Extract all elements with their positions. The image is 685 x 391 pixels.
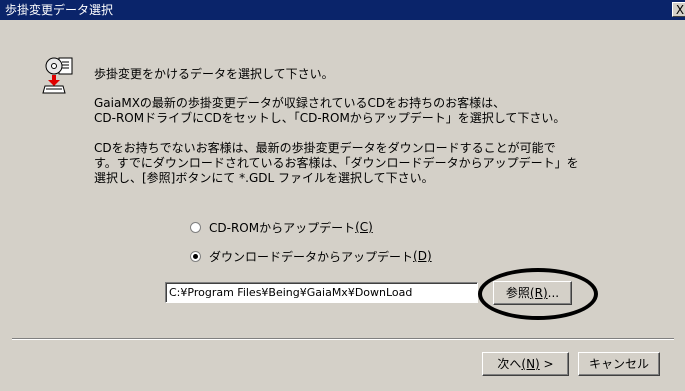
- annotation-circle: [478, 268, 598, 320]
- dialog-window: 歩掛変更データ選択 X 歩掛変更をかけるデータを選択して下さい。 GaiaMXの…: [0, 0, 685, 391]
- instruction-heading: 歩掛変更をかけるデータを選択して下さい。: [94, 67, 334, 81]
- next-hotkey: (N): [521, 357, 540, 371]
- download-path-input[interactable]: C:¥Program Files¥Being¥GaiaMx¥DownLoad: [165, 282, 478, 303]
- separator-line: [12, 338, 674, 340]
- radio-download-hotkey: (D): [413, 249, 432, 263]
- close-button[interactable]: X: [672, 2, 685, 17]
- title-bar[interactable]: 歩掛変更データ選択 X: [0, 0, 685, 20]
- next-suffix: >: [539, 357, 554, 371]
- radio-download-label: ダウンロードデータからアップデート: [209, 249, 414, 264]
- close-icon: X: [675, 3, 685, 17]
- radio-cdrom-update[interactable]: CD-ROMからアップデート (C): [190, 219, 373, 235]
- cd-info-line-1: GaiaMXの最新の歩掛変更データが収録されているCDをお持ちのお客様は、: [94, 96, 506, 110]
- cd-document-icon: [42, 57, 78, 95]
- cd-info-line-2: CD-ROMドライブにCDをセットし、「CD-ROMからアップデート」を選択して…: [94, 111, 566, 125]
- download-info-line-2: す。すでにダウンロードされているお客様は、「ダウンロードデータからアップデート」…: [94, 156, 579, 170]
- radio-cdrom-label: CD-ROMからアップデート: [209, 220, 356, 235]
- radio-cdrom-indicator[interactable]: [190, 221, 201, 233]
- cancel-label: キャンセル: [588, 357, 649, 371]
- radio-download-indicator[interactable]: [190, 250, 201, 262]
- download-info-line-3: 選択し、[参照]ボタンにて *.GDL ファイルを選択して下さい。: [94, 171, 434, 185]
- next-label: 次へ: [497, 357, 522, 371]
- radio-download-update[interactable]: ダウンロードデータからアップデート (D): [190, 248, 432, 264]
- download-info-line-1: CDをお持ちでないお客様は、最新の歩掛変更データをダウンロードすることが可能で: [94, 141, 556, 155]
- next-button[interactable]: 次へ(N) >: [482, 352, 569, 376]
- radio-cdrom-hotkey: (C): [355, 220, 373, 234]
- cancel-button[interactable]: キャンセル: [578, 352, 660, 376]
- window-title: 歩掛変更データ選択: [5, 3, 114, 17]
